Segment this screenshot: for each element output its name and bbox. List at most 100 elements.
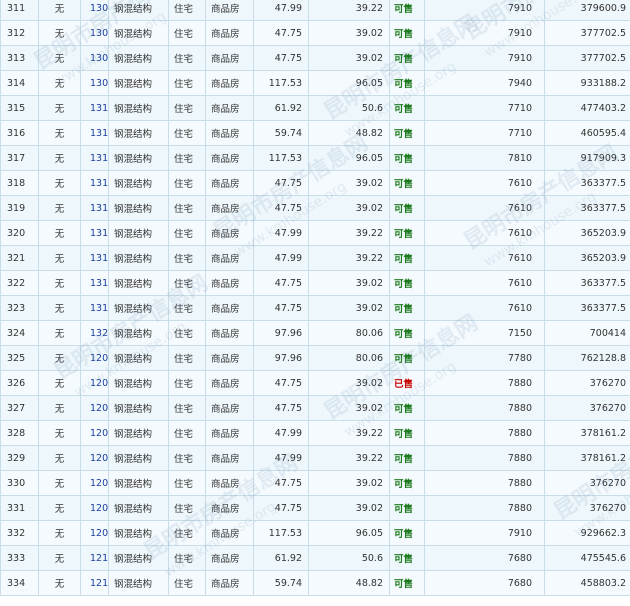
- na-cell: 无: [38, 295, 81, 321]
- inner-area-cell: 50.6: [308, 95, 390, 121]
- room-link[interactable]: 1208: [90, 503, 108, 514]
- total-price-cell: 475545.6: [544, 545, 630, 571]
- room-link[interactable]: 1202: [90, 378, 108, 389]
- room-link[interactable]: 1306: [90, 3, 108, 14]
- property-type-cell: 商品房: [205, 345, 254, 371]
- total-price-cell: 378161.2: [544, 420, 630, 446]
- structure-cell: 钢混结构: [108, 295, 169, 321]
- building-area-cell: 47.75: [253, 395, 309, 421]
- building-area-cell: 61.92: [253, 545, 309, 571]
- room-link[interactable]: 1307: [90, 28, 108, 39]
- room-link[interactable]: 1317: [90, 253, 108, 264]
- room-link[interactable]: 1312: [90, 153, 108, 164]
- total-price-cell: 363377.5: [544, 270, 630, 296]
- room-number-cell: 1206: [80, 445, 109, 471]
- usage-cell: 住宅: [168, 70, 206, 96]
- sale-status-cell: 可售: [389, 445, 425, 471]
- room-link[interactable]: 1309: [90, 78, 108, 89]
- usage-cell: 住宅: [168, 520, 206, 546]
- room-link[interactable]: 1203: [90, 403, 108, 414]
- unit-price-cell: 7710: [424, 95, 545, 121]
- unit-price-cell: 7910: [424, 20, 545, 46]
- usage-cell: 住宅: [168, 145, 206, 171]
- room-number-cell: 1320: [80, 320, 109, 346]
- room-link[interactable]: 1320: [90, 328, 108, 339]
- structure-cell: 钢混结构: [108, 320, 169, 346]
- usage-cell: 住宅: [168, 420, 206, 446]
- usage-cell: 住宅: [168, 495, 206, 521]
- structure-cell: 钢混结构: [108, 170, 169, 196]
- structure-cell: 钢混结构: [108, 495, 169, 521]
- room-link[interactable]: 1310: [90, 103, 108, 114]
- building-area-cell: 47.75: [253, 45, 309, 71]
- structure-cell: 钢混结构: [108, 520, 169, 546]
- unit-price-cell: 7610: [424, 245, 545, 271]
- row-number-cell: 320: [0, 220, 39, 246]
- usage-cell: 住宅: [168, 95, 206, 121]
- sale-status-cell: 已售: [389, 370, 425, 396]
- room-number-cell: 1203: [80, 395, 109, 421]
- table-row: 324无 1320钢混结构住宅商品房97.9680.06可售7150700414: [0, 320, 630, 346]
- room-number-cell: 1201: [80, 345, 109, 371]
- room-number-cell: 1312: [80, 145, 109, 171]
- na-cell: 无: [38, 245, 81, 271]
- room-link[interactable]: 1313: [90, 178, 108, 189]
- table-row: 331无 1208钢混结构住宅商品房47.7539.02可售7880376270: [0, 495, 630, 521]
- row-number-cell: 325: [0, 345, 39, 371]
- row-number-cell: 327: [0, 395, 39, 421]
- sale-status-cell: 可售: [389, 170, 425, 196]
- structure-cell: 钢混结构: [108, 95, 169, 121]
- inner-area-cell: 39.02: [308, 20, 390, 46]
- room-link[interactable]: 1319: [90, 303, 108, 314]
- property-type-cell: 商品房: [205, 95, 254, 121]
- building-area-cell: 47.99: [253, 420, 309, 446]
- room-number-cell: 1211: [80, 570, 109, 596]
- building-area-cell: 47.99: [253, 245, 309, 271]
- room-link[interactable]: 1311: [90, 128, 108, 139]
- property-type-cell: 商品房: [205, 70, 254, 96]
- inner-area-cell: 39.02: [308, 370, 390, 396]
- na-cell: 无: [38, 345, 81, 371]
- inner-area-cell: 39.22: [308, 220, 390, 246]
- room-link[interactable]: 1211: [90, 578, 108, 589]
- row-number-cell: 330: [0, 470, 39, 496]
- building-area-cell: 47.75: [253, 20, 309, 46]
- room-link[interactable]: 1308: [90, 53, 108, 64]
- room-number-cell: 1306: [80, 0, 109, 21]
- table-row: 333无 1210钢混结构住宅商品房61.9250.6可售7680475545.6: [0, 545, 630, 571]
- building-area-cell: 47.75: [253, 195, 309, 221]
- room-link[interactable]: 1201: [90, 353, 108, 364]
- row-number-cell: 313: [0, 45, 39, 71]
- na-cell: 无: [38, 395, 81, 421]
- property-type-cell: 商品房: [205, 395, 254, 421]
- sale-status-cell: 可售: [389, 20, 425, 46]
- unit-price-cell: 7910: [424, 0, 545, 21]
- room-link[interactable]: 1210: [90, 553, 108, 564]
- room-link[interactable]: 1209: [90, 528, 108, 539]
- usage-cell: 住宅: [168, 395, 206, 421]
- room-link[interactable]: 1315: [90, 203, 108, 214]
- inner-area-cell: 39.22: [308, 445, 390, 471]
- room-link[interactable]: 1206: [90, 453, 108, 464]
- structure-cell: 钢混结构: [108, 545, 169, 571]
- inner-area-cell: 39.02: [308, 495, 390, 521]
- na-cell: 无: [38, 195, 81, 221]
- building-area-cell: 117.53: [253, 145, 309, 171]
- room-link[interactable]: 1205: [90, 428, 108, 439]
- inner-area-cell: 39.02: [308, 170, 390, 196]
- row-number-cell: 333: [0, 545, 39, 571]
- room-number-cell: 1311: [80, 120, 109, 146]
- usage-cell: 住宅: [168, 120, 206, 146]
- structure-cell: 钢混结构: [108, 20, 169, 46]
- property-type-cell: 商品房: [205, 170, 254, 196]
- na-cell: 无: [38, 495, 81, 521]
- room-link[interactable]: 1207: [90, 478, 108, 489]
- room-link[interactable]: 1318: [90, 278, 108, 289]
- sale-status-cell: 可售: [389, 70, 425, 96]
- structure-cell: 钢混结构: [108, 145, 169, 171]
- room-link[interactable]: 1316: [90, 228, 108, 239]
- total-price-cell: 700414: [544, 320, 630, 346]
- building-area-cell: 47.75: [253, 295, 309, 321]
- building-area-cell: 117.53: [253, 70, 309, 96]
- structure-cell: 钢混结构: [108, 245, 169, 271]
